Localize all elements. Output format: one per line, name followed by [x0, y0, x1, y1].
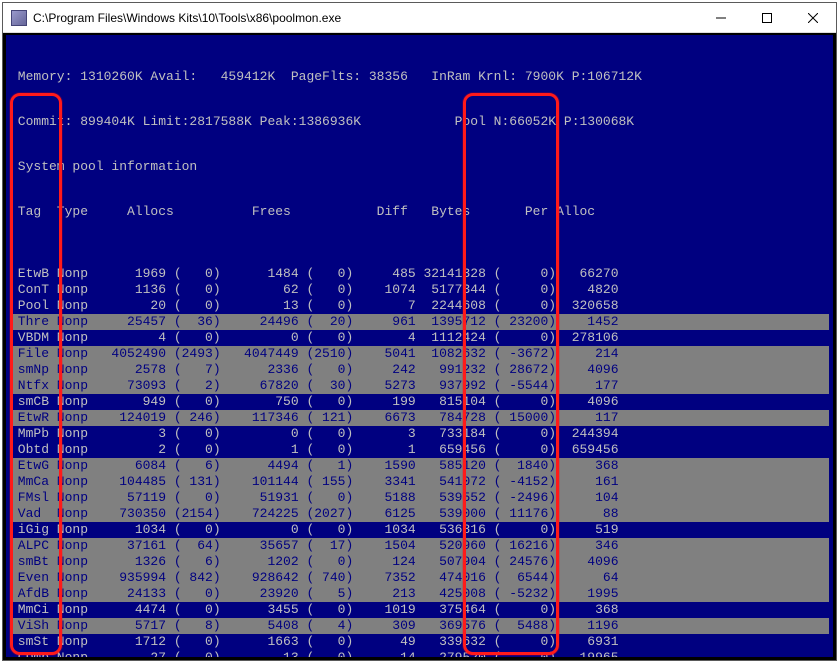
table-row: ALPC Nonp 37161 ( 64) 35657 ( 17) 1504 5… [10, 538, 829, 554]
table-row: ViSh Nonp 5717 ( 8) 5408 ( 4) 309 369576… [10, 618, 829, 634]
title-bar[interactable]: C:\Program Files\Windows Kits\10\Tools\x… [3, 3, 836, 33]
table-row: VBDM Nonp 4 ( 0) 0 ( 0) 4 1112424 ( 0) 2… [10, 330, 829, 346]
commit-status-line: Commit: 899404K Limit:2817588K Peak:1386… [10, 114, 829, 129]
table-row: MmCa Nonp 104485 ( 131) 101144 ( 155) 33… [10, 474, 829, 490]
table-row: smSt Nonp 1712 ( 0) 1663 ( 0) 49 339632 … [10, 634, 829, 650]
table-row: File Nonp 4052490 (2493) 4047449 (2510) … [10, 346, 829, 362]
table-row: EtwG Nonp 6084 ( 6) 4494 ( 1) 1590 58512… [10, 458, 829, 474]
window-title: C:\Program Files\Windows Kits\10\Tools\x… [33, 11, 698, 25]
table-row: CDmp Nonp 27 ( 0) 13 ( 0) 14 279520 ( 0)… [10, 650, 829, 660]
table-row: FMsl Nonp 57119 ( 0) 51931 ( 0) 5188 539… [10, 490, 829, 506]
maximize-button[interactable] [744, 3, 790, 33]
memory-status-line: Memory: 1310260K Avail: 459412K PageFlts… [10, 69, 829, 84]
table-row: smCB Nonp 949 ( 0) 750 ( 0) 199 815104 (… [10, 394, 829, 410]
column-headers: Tag Type Allocs Frees Diff Bytes Per All… [10, 204, 829, 220]
table-row: AfdB Nonp 24133 ( 0) 23920 ( 5) 213 4250… [10, 586, 829, 602]
console-output[interactable]: Memory: 1310260K Avail: 459412K PageFlts… [3, 33, 836, 660]
table-row: Pool Nonp 20 ( 0) 13 ( 0) 7 2244608 ( 0)… [10, 298, 829, 314]
table-row: MmCi Nonp 4474 ( 0) 3455 ( 0) 1019 37546… [10, 602, 829, 618]
table-row: ConT Nonp 1136 ( 0) 62 ( 0) 1074 5177344… [10, 282, 829, 298]
table-row: EtwB Nonp 1969 ( 0) 1484 ( 0) 485 321413… [10, 266, 829, 282]
table-row: Even Nonp 935994 ( 842) 928642 ( 740) 73… [10, 570, 829, 586]
table-row: Obtd Nonp 2 ( 0) 1 ( 0) 1 659456 ( 0) 65… [10, 442, 829, 458]
table-row: Vad Nonp 730350 (2154) 724225 (2027) 612… [10, 506, 829, 522]
app-icon [11, 10, 27, 26]
table-row: smBt Nonp 1326 ( 6) 1202 ( 0) 124 507904… [10, 554, 829, 570]
table-row: MmPb Nonp 3 ( 0) 0 ( 0) 3 733184 ( 0) 24… [10, 426, 829, 442]
app-window: C:\Program Files\Windows Kits\10\Tools\x… [2, 2, 837, 661]
table-row: Ntfx Nonp 73093 ( 2) 67820 ( 30) 5273 93… [10, 378, 829, 394]
table-row: smNp Nonp 2578 ( 7) 2336 ( 0) 242 991232… [10, 362, 829, 378]
table-row: Thre Nonp 25457 ( 36) 24496 ( 20) 961 13… [10, 314, 829, 330]
table-row: iGig Nonp 1034 ( 0) 0 ( 0) 1034 536816 (… [10, 522, 829, 538]
window-controls [698, 3, 836, 32]
pool-info-line: System pool information [10, 159, 829, 174]
data-rows: EtwB Nonp 1969 ( 0) 1484 ( 0) 485 321413… [10, 250, 829, 660]
minimize-button[interactable] [698, 3, 744, 33]
table-row: EtwR Nonp 124019 ( 246) 117346 ( 121) 66… [10, 410, 829, 426]
table-row [10, 250, 829, 266]
close-button[interactable] [790, 3, 836, 33]
